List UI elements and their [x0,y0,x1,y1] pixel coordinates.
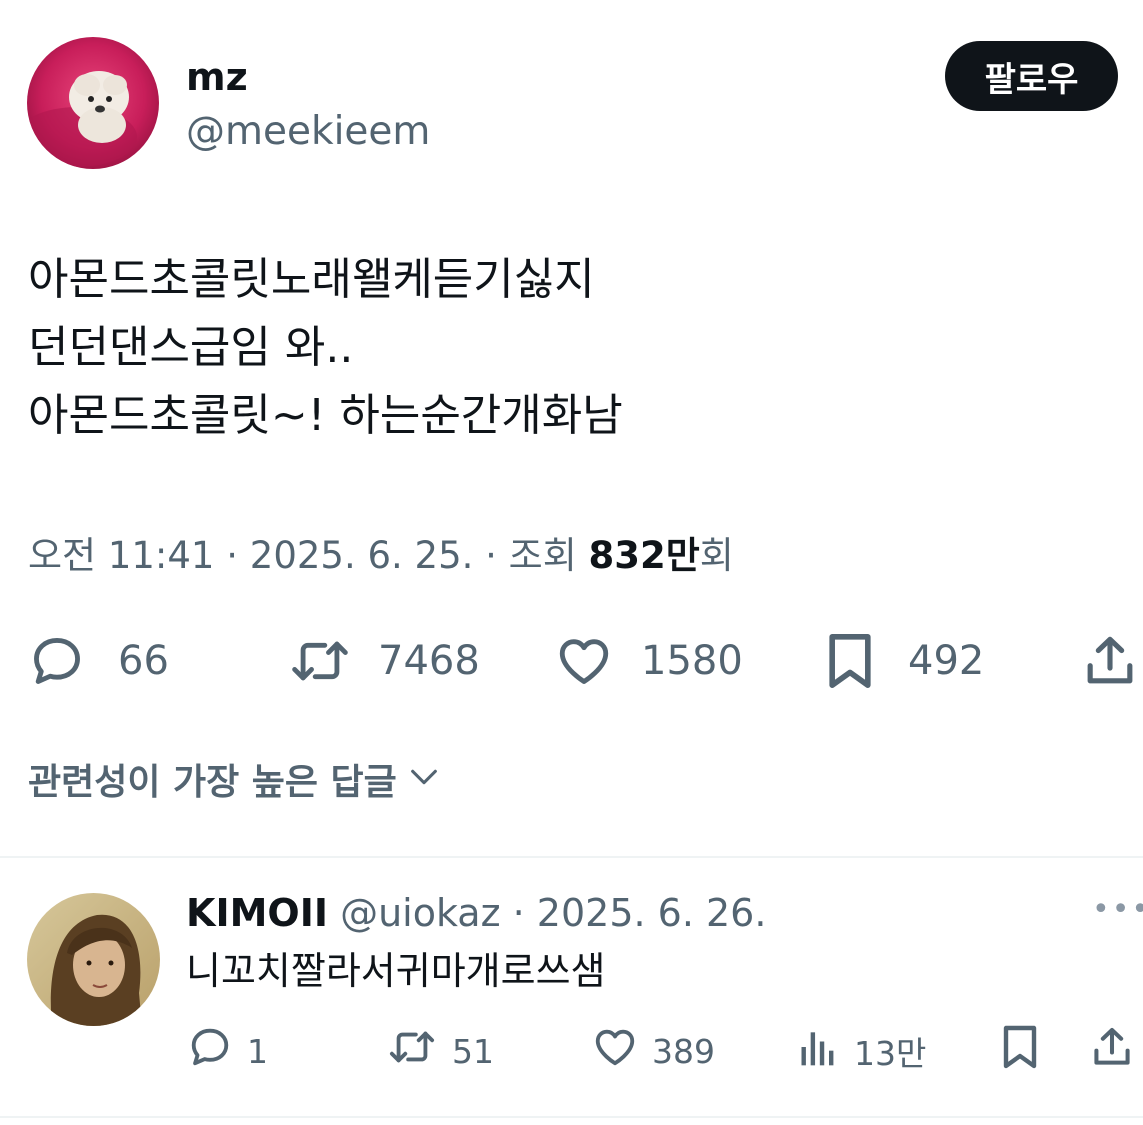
reply-date[interactable]: 2025. 6. 26. [537,891,767,935]
views-count: 832만 [588,534,700,577]
like-count: 1580 [641,638,743,684]
reply-views-count: 13만 [854,1034,927,1073]
reply-sort-dropdown[interactable]: 관련성이 가장 높은 답글 [28,757,441,809]
reply-avatar[interactable] [27,893,160,1026]
tweet-meta: 오전 11:41 · 2025. 6. 25. · 조회 832만회 [28,530,734,582]
bookmark-icon [822,630,878,692]
reply-reply-button[interactable]: 1 [187,1020,268,1082]
follow-button[interactable]: 팔로우 [945,41,1118,111]
retweet-icon [288,632,352,690]
heart-icon [592,1024,638,1078]
reply-sort-label: 관련성이 가장 높은 답글 [28,762,397,803]
analytics-icon [796,1024,840,1078]
like-button[interactable]: 1580 [555,620,743,702]
reply-header: KIMOII @uiokaz · 2025. 6. 26. [186,888,766,938]
retweet-count: 7468 [378,638,480,684]
reply-like-count: 389 [652,1031,715,1071]
reply-action-bar: 1 51 389 13만 [0,1020,1143,1082]
reply-icon [28,632,86,690]
reply-icon [187,1024,233,1078]
divider [0,856,1143,858]
tweet-line: 아몬드초콜릿노래왤케듣기싫지 [28,254,595,305]
bookmark-icon [998,1022,1042,1080]
views-suffix: 회 [699,534,734,577]
bookmark-button[interactable]: 492 [822,620,984,702]
views-prefix: 조회 [508,534,589,577]
separator: · [473,534,509,577]
tweet-time[interactable]: 오전 11:41 [28,534,214,577]
reply-reply-count: 1 [247,1031,268,1071]
reply-button[interactable]: 66 [28,620,169,702]
chevron-down-icon [397,757,441,809]
more-options-icon[interactable]: ••• [1092,892,1143,927]
reply-text: 니꼬치짤라서귀마개로쓰샘 [186,949,606,993]
separator: · [500,891,537,935]
separator: · [214,534,250,577]
tweet-text: 아몬드초콜릿노래왤케듣기싫지던던댄스급임 와.. 아몬드초콜릿~! 하는순간개화남 [28,246,623,450]
share-button[interactable] [1082,620,1138,702]
retweet-button[interactable]: 7468 [288,620,480,702]
reply-bookmark-button[interactable] [998,1020,1042,1082]
tweet-line: 아몬드초콜릿~! 하는순간개화남 [28,390,623,441]
divider [0,1116,1143,1118]
tweet-action-bar: 66 7468 1580 492 [0,620,1143,702]
reply-author-name[interactable]: KIMOII [186,891,328,935]
reply-count: 66 [118,638,169,684]
bookmark-count: 492 [908,638,985,684]
author-name[interactable]: mz [186,55,248,99]
retweet-icon [386,1024,438,1078]
reply-views-button[interactable]: 13만 [796,1020,926,1082]
reply-author-handle[interactable]: @uiokaz [340,891,500,935]
reply-share-button[interactable] [1090,1020,1134,1082]
author-avatar[interactable] [27,37,159,169]
heart-icon [555,632,613,690]
reply-retweet-count: 51 [452,1031,494,1071]
share-icon [1090,1024,1134,1078]
tweet-date[interactable]: 2025. 6. 25. [250,534,474,577]
reply-retweet-button[interactable]: 51 [386,1020,494,1082]
reply-like-button[interactable]: 389 [592,1020,715,1082]
share-icon [1082,632,1138,690]
tweet-line: 던던댄스급임 와.. [28,322,354,373]
author-handle[interactable]: @meekieem [186,108,430,156]
